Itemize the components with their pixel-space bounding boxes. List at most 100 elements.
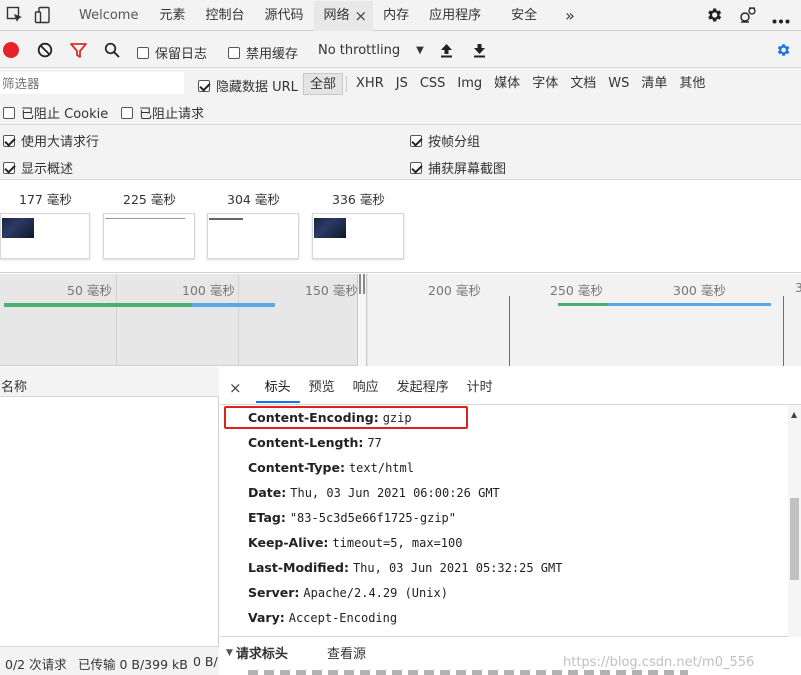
blocked-requests-option[interactable]: 已阻止请求 [121, 103, 204, 122]
capture-screenshots-checkbox[interactable] [410, 161, 422, 174]
blocked-requests-checkbox[interactable] [121, 106, 133, 119]
chevron-down-icon: ▼ [416, 45, 424, 56]
tab-welcome[interactable]: Welcome [68, 1, 149, 31]
tab-security[interactable]: 安全 [491, 1, 557, 31]
hide-data-urls-label: 隐藏数据 URL [216, 80, 298, 95]
clear-icon[interactable] [37, 42, 53, 58]
request-headers-title: 请求标头 [235, 647, 288, 662]
details-tabbar: × 标头 预览 响应 发起程序 计时 [220, 372, 801, 405]
blocked-cookies-option[interactable]: 已阻止 Cookie [3, 103, 108, 122]
screenshot-thumbnail[interactable] [312, 213, 404, 259]
hide-data-urls-option[interactable]: 隐藏数据 URL [198, 76, 298, 95]
scroll-up-arrow-icon[interactable]: ▲ [791, 410, 797, 419]
network-settings-gear-icon[interactable] [775, 42, 791, 58]
more-options-icon[interactable] [772, 13, 790, 24]
screenshot-time: 225 毫秒 [123, 192, 176, 207]
inspect-element-icon[interactable] [6, 6, 24, 24]
filter-input[interactable] [0, 72, 184, 94]
tab-initiator[interactable]: 发起程序 [388, 373, 458, 403]
header-name: Vary: [248, 610, 285, 625]
tab-headers[interactable]: 标头 [255, 373, 300, 403]
column-name-header[interactable]: 名称 [1, 376, 27, 395]
filter-media[interactable]: 媒体 [488, 73, 526, 95]
show-overview-option[interactable]: 显示概述 [3, 158, 73, 177]
close-icon[interactable]: × [355, 1, 368, 31]
feedback-icon[interactable] [738, 6, 758, 24]
header-row-date: Date: Thu, 03 Jun 2021 06:00:26 GMT [248, 485, 500, 500]
timeline-bar-download [608, 303, 771, 306]
tab-timing[interactable]: 计时 [458, 373, 502, 403]
settings-gear-icon[interactable] [705, 6, 723, 24]
more-tabs-icon[interactable]: » [557, 1, 583, 31]
record-icon[interactable] [3, 42, 19, 58]
disable-cache-option[interactable]: 禁用缓存 [228, 43, 298, 62]
disable-cache-label: 禁用缓存 [246, 47, 299, 62]
group-by-frame-option[interactable]: 按帧分组 [410, 131, 480, 150]
preserve-log-checkbox[interactable] [137, 46, 149, 59]
throttling-select[interactable]: No throttling ▼ [318, 43, 424, 58]
filter-other[interactable]: 其他 [673, 73, 711, 95]
timeline-bar-waiting [4, 303, 192, 307]
group-by-frame-checkbox[interactable] [410, 134, 422, 147]
header-name: Keep-Alive: [248, 535, 329, 550]
tab-elements[interactable]: 元素 [149, 1, 195, 31]
device-toolbar-icon[interactable] [34, 6, 52, 24]
filter-css[interactable]: CSS [414, 73, 452, 95]
close-details-icon[interactable]: × [229, 379, 242, 397]
preserve-log-option[interactable]: 保留日志 [137, 43, 207, 62]
import-har-icon[interactable] [440, 43, 453, 58]
request-list-header: 名称 [0, 367, 219, 397]
filter-xhr[interactable]: XHR [350, 73, 390, 95]
timeline-label: 3 [795, 280, 801, 295]
status-more: 0 B/ [193, 654, 218, 669]
view-source-link[interactable]: 查看源 [327, 643, 366, 662]
filter-img[interactable]: Img [451, 73, 488, 95]
screenshot-thumbnail[interactable] [0, 213, 90, 259]
header-row-etag: ETag: "83-5c3d5e66f1725-gzip" [248, 510, 456, 525]
screenshot-thumbnail[interactable] [207, 213, 299, 259]
filter-manifest[interactable]: 清单 [635, 73, 673, 95]
filter-doc[interactable]: 文档 [564, 73, 602, 95]
filter-font[interactable]: 字体 [526, 73, 564, 95]
header-name: Last-Modified: [248, 560, 349, 575]
thumbnail-image [314, 218, 346, 238]
filter-icon[interactable] [70, 43, 87, 58]
header-name: ETag: [248, 510, 286, 525]
header-value: "83-5c3d5e66f1725-gzip" [289, 511, 456, 525]
header-row-content-length: Content-Length: 77 [248, 435, 382, 450]
search-icon[interactable] [104, 42, 120, 58]
timeline-label: 100 毫秒 [182, 283, 235, 298]
large-rows-option[interactable]: 使用大请求行 [3, 131, 99, 150]
thumbnail-image [105, 218, 185, 219]
tab-memory[interactable]: 内存 [373, 1, 419, 31]
tab-console[interactable]: 控制台 [195, 1, 254, 31]
filter-js[interactable]: JS [390, 73, 414, 95]
export-har-icon[interactable] [473, 43, 486, 58]
tab-application[interactable]: 应用程序 [419, 1, 491, 31]
scrollbar-thumb[interactable] [790, 498, 799, 580]
drag-handle-grip-icon[interactable] [358, 274, 366, 294]
header-name: Content-Type: [248, 460, 345, 475]
tab-network-label: 网络 [323, 7, 350, 23]
request-headers-section[interactable]: ▼ 请求标头 [226, 643, 288, 662]
large-rows-checkbox[interactable] [3, 134, 15, 147]
tab-preview[interactable]: 预览 [300, 373, 344, 403]
screenshot-thumbnail[interactable] [103, 213, 195, 259]
hide-data-urls-checkbox[interactable] [198, 79, 210, 92]
tab-sources[interactable]: 源代码 [255, 1, 314, 31]
tab-response[interactable]: 响应 [344, 373, 388, 403]
screenshot-time: 177 毫秒 [19, 192, 72, 207]
thumbnail-image [209, 218, 243, 220]
show-overview-checkbox[interactable] [3, 161, 15, 174]
header-value: Thu, 03 Jun 2021 06:00:26 GMT [290, 486, 500, 500]
devtools-tabbar: Welcome 元素 控制台 源代码 网络 × 内存 应用程序 安全 » [0, 0, 801, 31]
request-list-statusbar: 0/2 次请求 已传输 0 B/399 kB 0 B/ [0, 646, 219, 675]
disable-cache-checkbox[interactable] [228, 46, 240, 59]
tab-network[interactable]: 网络 × [313, 0, 374, 31]
blocked-cookies-checkbox[interactable] [3, 106, 15, 119]
capture-screenshots-option[interactable]: 捕获屏幕截图 [410, 158, 506, 177]
header-row-vary: Vary: Accept-Encoding [248, 610, 397, 625]
filter-ws[interactable]: WS [602, 73, 635, 95]
header-name: Content-Length: [248, 435, 364, 450]
filter-all[interactable]: 全部 [303, 73, 344, 95]
